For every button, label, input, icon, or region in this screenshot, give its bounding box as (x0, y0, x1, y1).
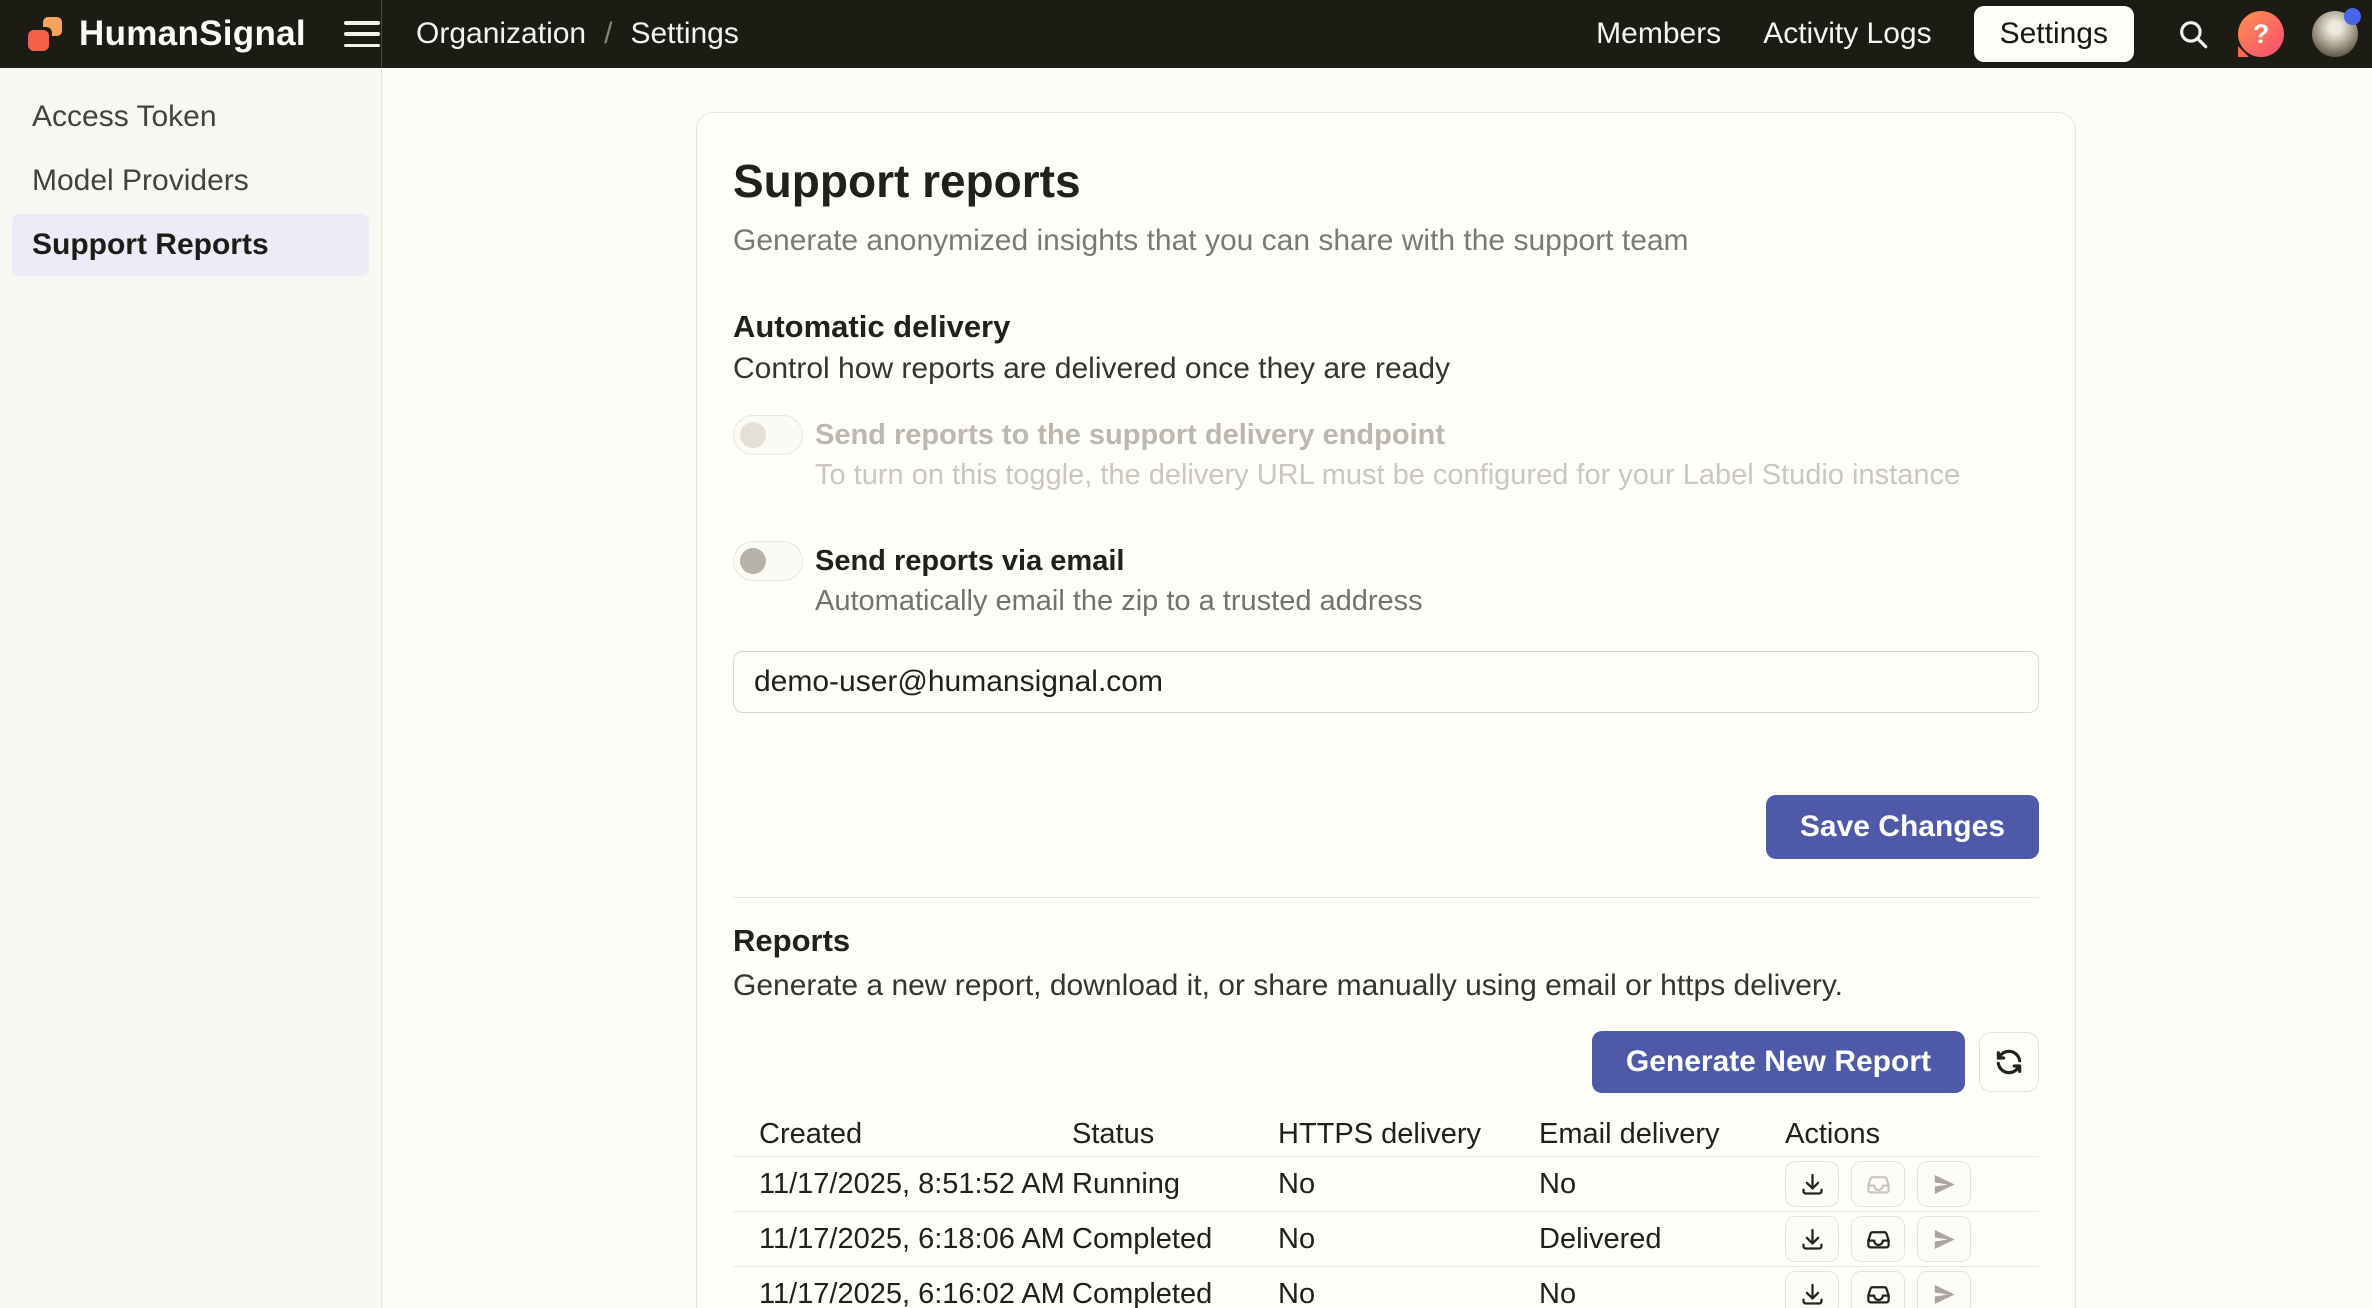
col-email-delivery: Email delivery (1539, 1118, 1785, 1151)
cell-https-delivery: No (1278, 1168, 1539, 1201)
presence-dot-icon (2344, 8, 2361, 25)
email-toggle-label: Send reports via email (815, 541, 1423, 581)
sidebar-item-model-providers[interactable]: Model Providers (12, 150, 369, 212)
toggle-row-email-delivery: Send reports via email Automatically ema… (733, 541, 2039, 621)
download-report-button[interactable] (1785, 1216, 1839, 1262)
cell-https-delivery: No (1278, 1278, 1539, 1308)
page-subtitle: Generate anonymized insights that you ca… (733, 221, 2039, 261)
nav-settings[interactable]: Settings (1974, 6, 2134, 62)
send-report-button[interactable] (1917, 1216, 1971, 1262)
download-report-button[interactable] (1785, 1271, 1839, 1308)
email-toggle-description: Automatically email the zip to a trusted… (815, 581, 1423, 621)
cell-status: Completed (1072, 1278, 1278, 1308)
email-report-button[interactable] (1851, 1216, 1905, 1262)
sidebar-item-support-reports[interactable]: Support Reports (12, 214, 369, 276)
search-icon[interactable] (2176, 17, 2210, 51)
trusted-email-input[interactable] (733, 651, 2039, 713)
toggle-knob (740, 422, 766, 448)
col-created: Created (759, 1118, 1072, 1151)
menu-icon[interactable] (344, 21, 380, 47)
humansignal-logo[interactable]: HumanSignal (0, 14, 306, 54)
https-toggle-description: To turn on this toggle, the delivery URL… (815, 455, 1960, 495)
cell-created: 11/17/2025, 8:51:52 AM (759, 1168, 1072, 1201)
download-report-button[interactable] (1785, 1161, 1839, 1207)
table-row: 11/17/2025, 8:51:52 AM Running No No (733, 1157, 2039, 1212)
reports-table-header: Created Status HTTPS delivery Email deli… (733, 1113, 2039, 1157)
reports-description: Generate a new report, download it, or s… (733, 966, 2039, 1006)
cell-created: 11/17/2025, 6:16:02 AM (759, 1278, 1072, 1308)
breadcrumb: Organization / Settings (416, 0, 739, 68)
generate-new-report-button[interactable]: Generate New Report (1592, 1031, 1965, 1093)
page-title: Support reports (733, 153, 2039, 209)
cell-email-delivery: Delivered (1539, 1223, 1785, 1256)
refresh-reports-button[interactable] (1979, 1032, 2039, 1092)
cell-status: Running (1072, 1168, 1278, 1201)
topbar-divider (381, 0, 382, 68)
support-reports-card: Support reports Generate anonymized insi… (696, 112, 2076, 1308)
cell-email-delivery: No (1539, 1278, 1785, 1308)
cell-created: 11/17/2025, 6:18:06 AM (759, 1223, 1072, 1256)
topbar-right: Members Activity Logs Settings ? (1596, 6, 2372, 62)
email-report-button[interactable] (1851, 1161, 1905, 1207)
sidebar-item-access-token[interactable]: Access Token (12, 86, 369, 148)
col-status: Status (1072, 1118, 1278, 1151)
sidebar: Access Token Model Providers Support Rep… (0, 68, 382, 1308)
help-icon[interactable]: ? (2238, 11, 2284, 57)
table-row: 11/17/2025, 6:16:02 AM Completed No No (733, 1267, 2039, 1308)
cell-email-delivery: No (1539, 1168, 1785, 1201)
nav-members[interactable]: Members (1596, 17, 1721, 51)
col-https-delivery: HTTPS delivery (1278, 1118, 1539, 1151)
email-delivery-toggle[interactable] (733, 541, 803, 581)
avatar[interactable] (2312, 11, 2358, 57)
topbar: HumanSignal Organization / Settings Memb… (0, 0, 2372, 68)
reports-heading: Reports (733, 921, 2039, 961)
automatic-delivery-description: Control how reports are delivered once t… (733, 349, 2039, 389)
toggle-row-https-delivery: Send reports to the support delivery end… (733, 415, 2039, 495)
nav-activity-logs[interactable]: Activity Logs (1763, 17, 1931, 51)
breadcrumb-settings[interactable]: Settings (630, 17, 738, 51)
logo-text: HumanSignal (79, 14, 306, 54)
save-changes-button[interactable]: Save Changes (1766, 795, 2039, 859)
send-report-button[interactable] (1917, 1271, 1971, 1308)
reports-table: Created Status HTTPS delivery Email deli… (733, 1113, 2039, 1308)
table-row: 11/17/2025, 6:18:06 AM Completed No Deli… (733, 1212, 2039, 1267)
breadcrumb-organization[interactable]: Organization (416, 17, 586, 51)
col-actions: Actions (1785, 1118, 2039, 1151)
https-delivery-toggle[interactable] (733, 415, 803, 455)
section-divider (733, 897, 2039, 898)
cell-status: Completed (1072, 1223, 1278, 1256)
toggle-knob (740, 548, 766, 574)
cell-https-delivery: No (1278, 1223, 1539, 1256)
main-content: Support reports Generate anonymized insi… (382, 68, 2372, 1308)
send-report-button[interactable] (1917, 1161, 1971, 1207)
automatic-delivery-heading: Automatic delivery (733, 307, 2039, 347)
https-toggle-label: Send reports to the support delivery end… (815, 415, 1960, 455)
breadcrumb-separator: / (604, 17, 612, 51)
email-report-button[interactable] (1851, 1271, 1905, 1308)
humansignal-logo-icon (28, 17, 64, 51)
